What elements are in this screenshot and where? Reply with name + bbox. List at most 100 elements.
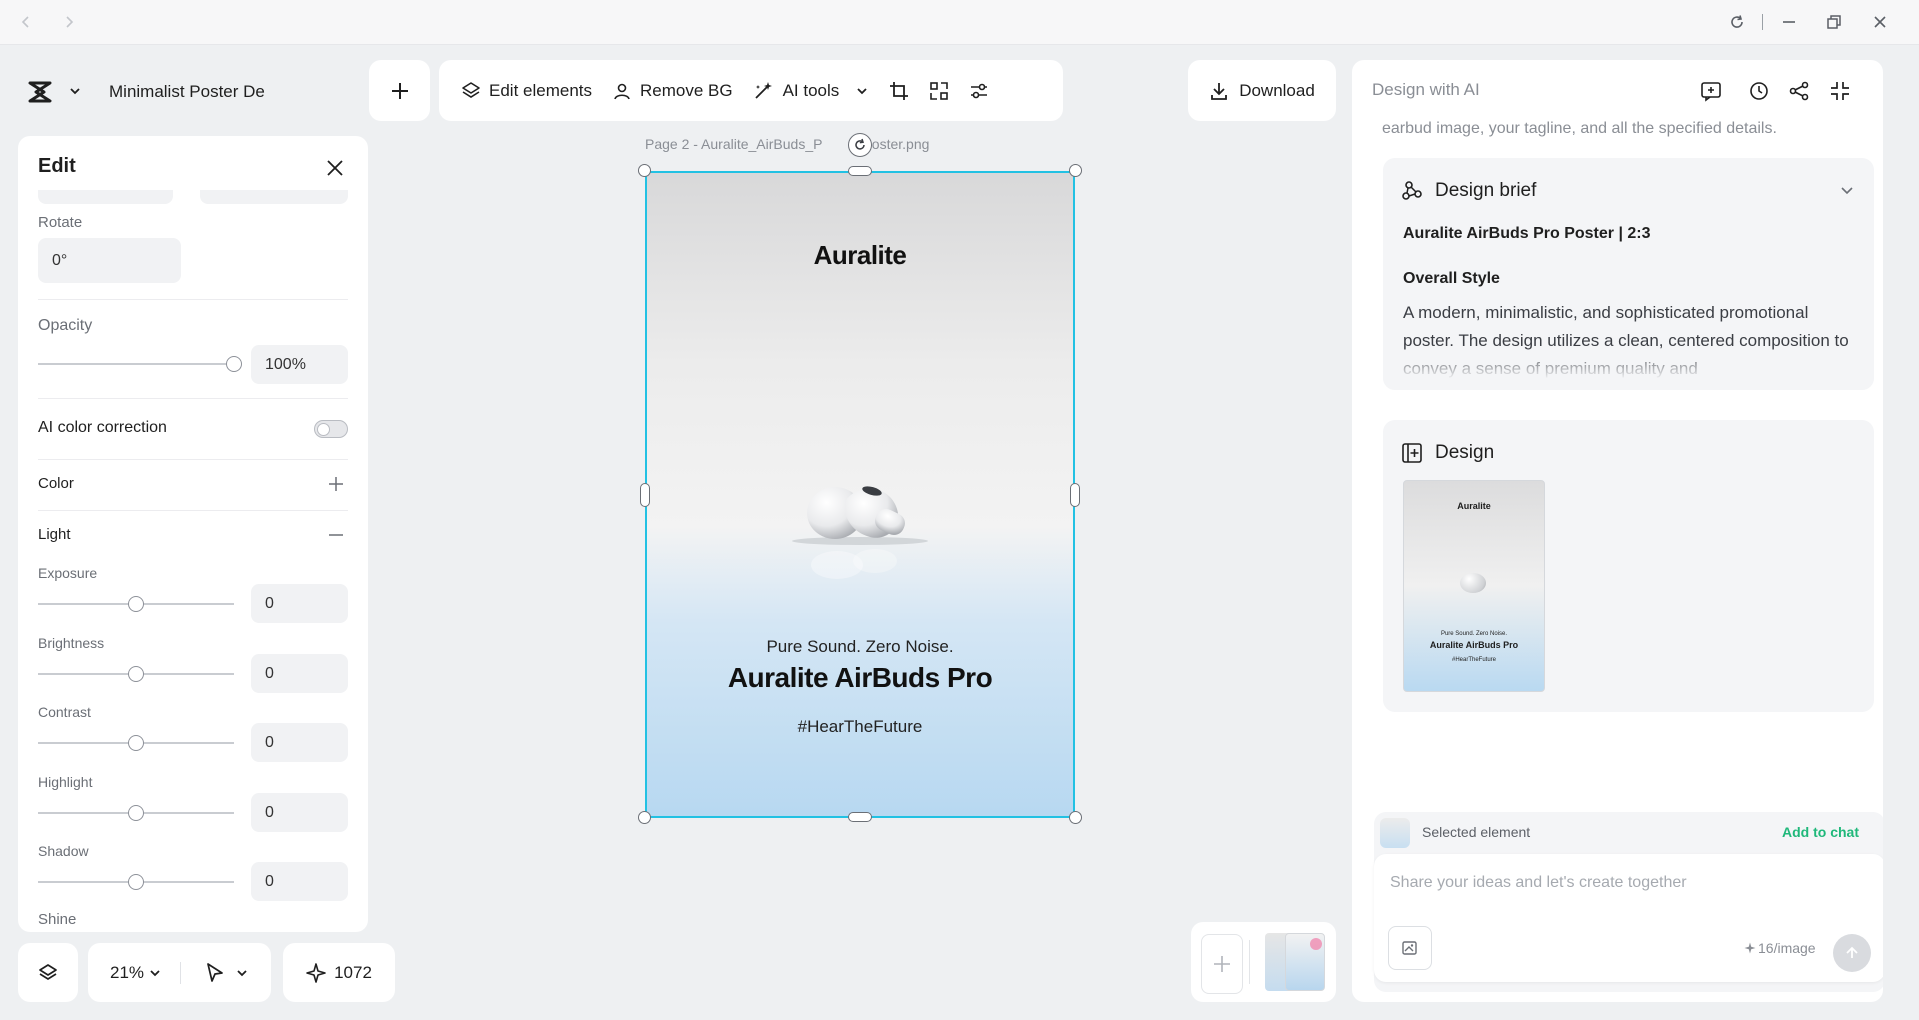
opacity-slider-knob[interactable]: [226, 356, 242, 372]
divider: [38, 299, 348, 300]
pages-bar: [1191, 922, 1336, 1002]
qr-scan-icon[interactable]: [919, 71, 959, 111]
plus-icon: [1214, 956, 1230, 972]
attach-image-button[interactable]: [1388, 926, 1432, 970]
restore-icon[interactable]: [1822, 10, 1846, 34]
plus-icon: [391, 82, 408, 99]
opacity-label: Opacity: [38, 317, 93, 334]
opacity-input[interactable]: 100%: [251, 345, 348, 384]
add-button[interactable]: [369, 60, 430, 121]
edit-elements-button[interactable]: Edit elements: [451, 71, 602, 111]
light-control-label: Brightness: [38, 635, 105, 651]
credits-count: 1072: [334, 962, 372, 982]
download-button[interactable]: Download: [1188, 60, 1336, 121]
download-icon: [1211, 82, 1228, 100]
cost-indicator: 16/image: [1744, 940, 1816, 956]
resize-handle-bottom-left[interactable]: [638, 811, 651, 824]
selected-element-label: Selected element: [1422, 824, 1531, 840]
chat-area: Selected element Add to chat Share your …: [1374, 812, 1883, 992]
resize-handle-top-right[interactable]: [1069, 164, 1082, 177]
light-control-slider-knob[interactable]: [128, 805, 144, 821]
back-arrow-icon[interactable]: [14, 10, 38, 34]
close-edit-panel-button[interactable]: [320, 153, 350, 183]
edit-panel: Edit Rotate 0° Opacity 100% AI color cor…: [18, 136, 368, 932]
refresh-icon[interactable]: [1725, 10, 1749, 34]
design-thumbnail[interactable]: Auralite Pure Sound. Zero Noise. Auralit…: [1403, 480, 1545, 692]
title-bar: [0, 0, 1919, 45]
thumb-earbud: [1460, 573, 1486, 593]
remove-bg-button[interactable]: Remove BG: [602, 71, 743, 111]
arrow-up-icon: [1846, 946, 1858, 958]
chat-input-box[interactable]: Share your ideas and let's create togeth…: [1374, 854, 1883, 982]
add-page-button[interactable]: [1201, 934, 1243, 994]
chevron-down-icon[interactable]: [1839, 182, 1855, 198]
minus-icon: [329, 534, 343, 536]
send-button[interactable]: [1833, 934, 1871, 972]
collapse-light-button[interactable]: [328, 527, 344, 543]
ai-tools-button[interactable]: AI tools: [743, 71, 880, 111]
app-logo-icon[interactable]: [28, 80, 56, 104]
zoom-and-pointer-bar: 21%: [88, 943, 271, 1002]
close-icon: [327, 160, 343, 176]
add-color-button[interactable]: [328, 476, 344, 492]
light-section-label: Light: [38, 526, 71, 543]
resize-handle-bottom[interactable]: [848, 812, 872, 822]
resize-handle-bottom-right[interactable]: [1069, 811, 1082, 824]
light-control-input[interactable]: 0: [251, 793, 348, 832]
person-cutout-icon: [614, 83, 630, 99]
pointer-cursor-icon[interactable]: [205, 962, 225, 984]
forward-arrow-icon[interactable]: [57, 10, 81, 34]
zoom-level[interactable]: 21%: [110, 963, 144, 983]
plus-icon: [329, 477, 343, 491]
resize-handle-left[interactable]: [640, 483, 650, 507]
light-control-input[interactable]: 0: [251, 862, 348, 901]
chat-input-placeholder[interactable]: Share your ideas and let's create togeth…: [1390, 874, 1687, 892]
collapse-panel-icon[interactable]: [1826, 77, 1854, 105]
light-control-input[interactable]: 0: [251, 654, 348, 693]
selection-frame: [645, 171, 1075, 818]
chevron-down-icon: [857, 87, 867, 94]
edit-toolbar: Edit elements Remove BG AI tools: [439, 60, 1063, 121]
adjust-sliders-icon[interactable]: [959, 71, 999, 111]
edit-panel-title: Edit: [38, 155, 76, 177]
page-label-suffix: Poster.png: [862, 136, 930, 152]
light-control-label: Exposure: [38, 565, 98, 581]
light-control-slider-knob[interactable]: [128, 666, 144, 682]
shine-label: Shine: [38, 911, 77, 928]
opacity-slider[interactable]: [38, 363, 234, 365]
minimize-icon[interactable]: [1777, 10, 1801, 34]
rotate-handle[interactable]: [848, 133, 872, 157]
resize-handle-top[interactable]: [848, 166, 872, 176]
rotate-label: Rotate: [38, 214, 83, 231]
light-control-slider-knob[interactable]: [128, 596, 144, 612]
light-control-slider-knob[interactable]: [128, 735, 144, 751]
history-icon[interactable]: [1745, 77, 1773, 105]
light-control-input[interactable]: 0: [251, 723, 348, 762]
crop-icon[interactable]: [879, 71, 919, 111]
chevron-down-icon[interactable]: [235, 966, 249, 980]
light-control-input[interactable]: 0: [251, 584, 348, 623]
new-chat-icon[interactable]: [1697, 77, 1725, 105]
layers-button[interactable]: [18, 943, 78, 1002]
add-to-chat-link[interactable]: Add to chat: [1782, 824, 1859, 840]
page-label: Page 2 - Auralite_AirBuds_P Poster.png: [645, 136, 929, 152]
chevron-down-icon[interactable]: [68, 84, 82, 98]
design-heading: Design: [1435, 442, 1495, 463]
close-window-icon[interactable]: [1868, 10, 1892, 34]
chevron-down-icon[interactable]: [148, 966, 162, 980]
ai-color-correction-toggle[interactable]: [314, 420, 348, 438]
rotate-input[interactable]: 0°: [38, 238, 181, 283]
cost-text: 16/image: [1758, 940, 1816, 956]
page-thumbnail-2[interactable]: [1285, 933, 1325, 991]
credits-button[interactable]: 1072: [283, 943, 395, 1002]
project-title[interactable]: Minimalist Poster De: [109, 82, 265, 102]
position-y-field[interactable]: [200, 190, 348, 204]
divider: [38, 459, 348, 460]
position-x-field[interactable]: [38, 190, 173, 204]
image-add-icon: [1402, 941, 1417, 955]
remove-bg-label: Remove BG: [640, 80, 733, 100]
resize-handle-right[interactable]: [1070, 483, 1080, 507]
light-control-slider-knob[interactable]: [128, 874, 144, 890]
resize-handle-top-left[interactable]: [638, 164, 651, 177]
share-icon[interactable]: [1785, 77, 1813, 105]
